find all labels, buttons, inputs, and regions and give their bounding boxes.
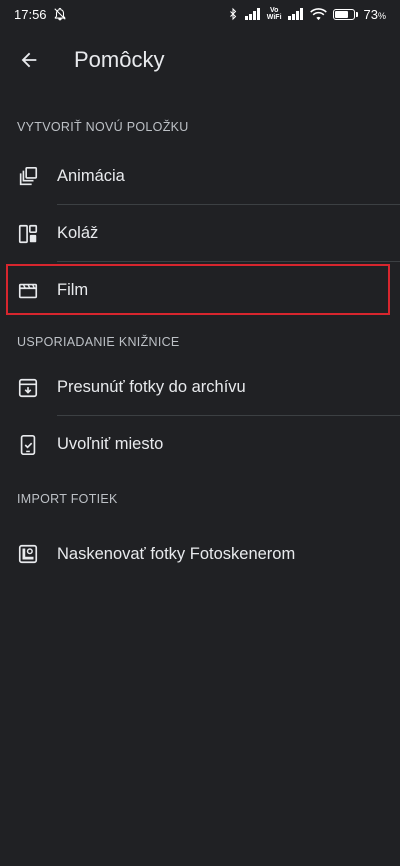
battery-tip bbox=[355, 11, 358, 17]
section-header-organize: USPORIADANIE KNIŽNICE bbox=[17, 335, 180, 349]
list-item-free-space[interactable]: Uvoľniť miesto bbox=[0, 416, 400, 473]
list-item-label: Animácia bbox=[57, 167, 125, 185]
animation-icon bbox=[16, 165, 40, 189]
list-item-label: Film bbox=[57, 281, 89, 299]
app-bar: Pomôcky bbox=[0, 28, 400, 92]
archive-icon bbox=[16, 376, 40, 400]
list-item-label: Koláž bbox=[57, 224, 99, 242]
section-header-create: VYTVORIŤ NOVÚ POLOŽKU bbox=[17, 120, 189, 134]
list-item-label: Naskenovať fotky Fotoskenerom bbox=[57, 544, 296, 563]
battery-percent-suffix: % bbox=[377, 10, 386, 21]
notifications-off-icon bbox=[53, 7, 67, 21]
list-item-label: Presunúť fotky do archívu bbox=[57, 378, 246, 396]
status-time: 17:56 bbox=[14, 6, 47, 22]
list-item-movie[interactable]: Film bbox=[0, 262, 400, 319]
battery-body bbox=[332, 8, 355, 20]
list-item-collage[interactable]: Koláž bbox=[0, 205, 400, 262]
section-header-import: IMPORT FOTIEK bbox=[17, 492, 118, 506]
bluetooth-icon bbox=[227, 7, 239, 21]
status-bar: 17:56 Vo WiFi 73% bbox=[0, 0, 400, 28]
signal-bars-icon bbox=[244, 8, 261, 20]
battery-fill bbox=[334, 10, 348, 18]
list-item-animation[interactable]: Animácia bbox=[0, 148, 400, 205]
utilities-list: VYTVORIŤ NOVÚ POLOŽKU Animácia Koláž Fil… bbox=[0, 92, 400, 588]
list-item-archive[interactable]: Presunúť fotky do archívu bbox=[0, 359, 400, 416]
volte-indicator: Vo WiFi bbox=[267, 7, 282, 21]
photoscan-icon bbox=[16, 542, 40, 566]
volte-bottom: WiFi bbox=[266, 14, 282, 21]
movie-icon bbox=[16, 279, 40, 303]
wifi-icon bbox=[309, 7, 327, 21]
list-item-photoscan[interactable]: Naskenovať fotky Fotoskenerom bbox=[0, 520, 400, 588]
collage-icon bbox=[16, 222, 40, 246]
page-title: Pomôcky bbox=[74, 47, 165, 72]
battery-icon bbox=[332, 8, 358, 20]
battery-percent-value: 73 bbox=[363, 6, 378, 22]
arrow-back-icon bbox=[21, 52, 37, 68]
battery-percent: 73% bbox=[364, 7, 386, 22]
status-left: 17:56 bbox=[14, 7, 67, 22]
list-item-label: Uvoľniť miesto bbox=[57, 435, 164, 453]
signal-bars-2-icon bbox=[287, 8, 304, 20]
volte-top: Vo bbox=[269, 7, 279, 14]
back-button[interactable] bbox=[1, 32, 57, 88]
status-right: Vo WiFi 73% bbox=[227, 7, 386, 22]
free-space-icon bbox=[16, 433, 40, 457]
